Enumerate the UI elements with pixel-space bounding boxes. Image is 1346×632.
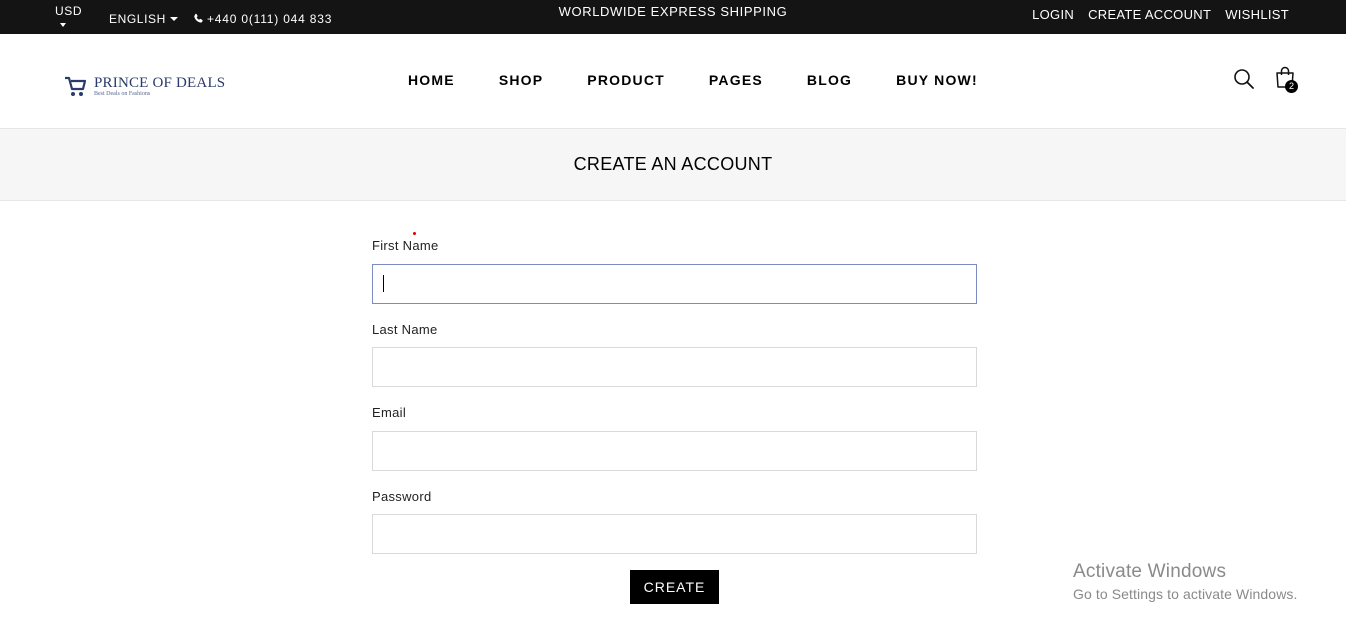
cart-logo-icon [65, 76, 87, 96]
nav-product[interactable]: PRODUCT [565, 72, 687, 88]
language-selector[interactable]: ENGLISH [109, 12, 178, 26]
password-field[interactable] [372, 514, 977, 554]
watermark-title: Activate Windows [1073, 561, 1227, 582]
brand-tagline: Best Deals on Fashions [94, 91, 151, 97]
phone-label: +440 0(111) 044 833 [207, 12, 333, 26]
account-links: LOGIN CREATE ACCOUNT WISHLIST [1032, 7, 1289, 22]
watermark-subtitle: Go to Settings to activate Windows. [1073, 586, 1298, 602]
text-cursor [383, 275, 384, 292]
brand-name: PRINCE OF DEALS [94, 75, 226, 91]
page-title-band: CREATE AN ACCOUNT [0, 128, 1346, 201]
required-marker [413, 232, 416, 235]
create-account-link[interactable]: CREATE ACCOUNT [1088, 7, 1211, 22]
last-name-label: Last Name [372, 322, 438, 337]
email-field[interactable] [372, 431, 977, 471]
password-label: Password [372, 489, 432, 504]
currency-selector[interactable]: USD [55, 4, 82, 27]
last-name-field[interactable] [372, 347, 977, 387]
language-label: ENGLISH [109, 12, 166, 26]
main-nav: HOME SHOP PRODUCT PAGES BLOG BUY NOW! [386, 72, 1000, 88]
phone-icon [194, 13, 203, 23]
nav-pages[interactable]: PAGES [687, 72, 785, 88]
shipping-banner: WORLDWIDE EXPRESS SHIPPING [558, 4, 788, 19]
site-header: PRINCE OF DEALS Best Deals on Fashions H… [0, 34, 1346, 128]
nav-blog[interactable]: BLOG [785, 72, 874, 88]
search-icon[interactable] [1233, 68, 1255, 90]
phone-number[interactable]: +440 0(111) 044 833 [193, 12, 332, 26]
top-bar: USD ENGLISH +440 0(111) 044 833 WORLDWID… [0, 0, 1346, 34]
nav-shop[interactable]: SHOP [477, 72, 565, 88]
first-name-field[interactable] [372, 264, 977, 304]
nav-buy-now[interactable]: BUY NOW! [874, 72, 1000, 88]
first-name-label: First Name [372, 238, 439, 253]
chevron-down-icon [60, 23, 66, 27]
nav-home[interactable]: HOME [386, 72, 477, 88]
email-label: Email [372, 405, 407, 420]
currency-label: USD [55, 4, 83, 18]
create-button[interactable]: CREATE [630, 570, 719, 604]
wishlist-link[interactable]: WISHLIST [1225, 7, 1289, 22]
logo[interactable]: PRINCE OF DEALS Best Deals on Fashions [64, 74, 225, 98]
login-link[interactable]: LOGIN [1032, 7, 1074, 22]
windows-activation-watermark: Activate Windows Go to Settings to activ… [1073, 561, 1298, 602]
page-title: CREATE AN ACCOUNT [573, 154, 773, 174]
chevron-down-icon [169, 17, 178, 21]
cart-count-badge: 2 [1285, 80, 1298, 93]
